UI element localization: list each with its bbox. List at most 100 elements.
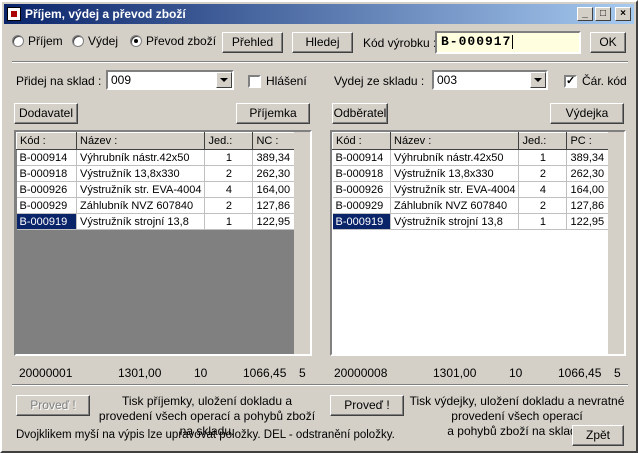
ok-button[interactable]: OK	[590, 32, 626, 53]
title-bar[interactable]: Příjem, výdej a převod zboží _ □ ×	[4, 4, 634, 24]
receipt-doc-button[interactable]: Příjemka	[236, 103, 310, 124]
receipt-items-grid[interactable]: Kód : Název : Jed.: NC : B-000914 Výhrubn…	[14, 130, 312, 356]
cell-name: Záhlubník NVZ 607840	[390, 197, 520, 214]
cell-code: B-000919	[16, 213, 77, 230]
vertical-scrollbar[interactable]	[608, 132, 624, 354]
customer-button[interactable]: Odběratel	[332, 103, 388, 124]
cell-name: Výhrubník nástr.42x50	[76, 149, 206, 166]
cell-unit: 4	[204, 181, 254, 198]
close-button[interactable]: ×	[615, 7, 631, 21]
cell-name: Výstružník strojní 13,8	[390, 213, 520, 230]
radio-label: Výdej	[88, 34, 119, 48]
table-row-selected[interactable]: B-000919 Výstružník strojní 13,8 1 122,95	[16, 213, 306, 230]
radio-prijem[interactable]: Příjem	[12, 34, 63, 48]
issue-doc-number: 20000008	[334, 366, 388, 380]
cell-code: B-000929	[332, 197, 391, 214]
supplier-button[interactable]: Dodavatel	[14, 103, 78, 124]
table-row[interactable]: B-000918 Výstružník 13,8x330 2 262,30	[332, 165, 618, 182]
code-label: Kód výrobku :	[363, 36, 437, 50]
cell-unit: 2	[518, 197, 568, 214]
back-button[interactable]: Zpět	[572, 425, 624, 446]
maximize-button[interactable]: □	[595, 7, 611, 21]
chevron-down-icon[interactable]	[216, 72, 232, 88]
col-header-name[interactable]: Název :	[75, 132, 206, 150]
separator	[12, 384, 628, 386]
cell-code: B-000926	[16, 181, 77, 198]
radio-label: Příjem	[28, 34, 63, 48]
table-row[interactable]: B-000914 Výhrubník nástr.42x50 1 389,34	[332, 149, 618, 166]
checkmark-icon: ✓	[564, 74, 577, 88]
checkbox-box	[248, 74, 261, 88]
cell-name: Výstružník str. EVA-4004	[76, 181, 206, 198]
cell-unit: 1	[518, 213, 568, 230]
product-code-value: B-000917	[441, 34, 512, 49]
add-warehouse-value: 009	[111, 73, 132, 87]
radio-dot	[72, 35, 84, 47]
issue-count: 5	[614, 366, 621, 380]
cell-code: B-000926	[332, 181, 391, 198]
cell-unit: 2	[204, 197, 254, 214]
cell-name: Výstružník str. EVA-4004	[390, 181, 520, 198]
issue-warehouse-select[interactable]: 003	[432, 70, 548, 90]
cell-code: B-000914	[332, 149, 391, 166]
issue-qty: 10	[509, 366, 523, 380]
table-row[interactable]: B-000918 Výstružník 13,8x330 2 262,30	[16, 165, 306, 182]
table-row[interactable]: B-000929 Záhlubník NVZ 607840 2 127,86	[332, 197, 618, 214]
text-caret	[512, 34, 514, 49]
receipt-count: 5	[299, 366, 306, 380]
edit-hint: Dvojklikem myší na výpis lze upravovat p…	[16, 429, 395, 441]
barcode-checkbox[interactable]: ✓ Čár. kód	[564, 74, 627, 88]
vertical-scrollbar[interactable]	[294, 132, 310, 354]
issue-sum: 1301,00	[433, 366, 477, 380]
window-title: Příjem, výdej a převod zboží	[25, 7, 186, 21]
separator	[12, 61, 628, 63]
cell-unit: 1	[518, 149, 568, 166]
issue-table: Kód : Název : Jed.: PC : B-000914 Výhrubn…	[332, 132, 618, 230]
issue-warehouse-value: 003	[437, 73, 458, 87]
overview-button[interactable]: Přehled	[222, 32, 283, 53]
col-header-unit[interactable]: Jed.:	[518, 132, 568, 150]
cell-unit: 2	[518, 165, 568, 182]
col-header-unit[interactable]: Jed.:	[204, 132, 254, 150]
cell-unit: 2	[204, 165, 254, 182]
barcode-label: Čár. kód	[582, 74, 627, 88]
col-header-code[interactable]: Kód :	[16, 132, 77, 150]
report-checkbox[interactable]: Hlášení	[248, 74, 307, 88]
receipt-qty: 10	[194, 366, 208, 380]
table-row[interactable]: B-000914 Výhrubník nástr.42x50 1 389,34	[16, 149, 306, 166]
cell-name: Záhlubník NVZ 607840	[76, 197, 206, 214]
minimize-button[interactable]: _	[577, 7, 593, 21]
col-header-name[interactable]: Název :	[389, 132, 520, 150]
report-label: Hlášení	[266, 74, 307, 88]
cell-code: B-000929	[16, 197, 77, 214]
cell-unit: 1	[204, 213, 254, 230]
add-warehouse-label: Přidej na sklad :	[16, 74, 102, 88]
chevron-down-icon[interactable]	[530, 72, 546, 88]
radio-label: Převod zboží	[146, 34, 217, 48]
search-button[interactable]: Hledej	[292, 32, 353, 53]
receipt-table: Kód : Název : Jed.: NC : B-000914 Výhrubn…	[16, 132, 306, 230]
cell-name: Výstružník 13,8x330	[390, 165, 520, 182]
table-row[interactable]: B-000926 Výstružník str. EVA-4004 4 164,00	[16, 181, 306, 198]
cell-name: Výstružník 13,8x330	[76, 165, 206, 182]
cell-code: B-000919	[332, 213, 391, 230]
table-row[interactable]: B-000926 Výstružník str. EVA-4004 4 164,00	[332, 181, 618, 198]
add-warehouse-select[interactable]: 009	[106, 70, 234, 90]
table-row[interactable]: B-000929 Záhlubník NVZ 607840 2 127,86	[16, 197, 306, 214]
issue-items-grid[interactable]: Kód : Název : Jed.: PC : B-000914 Výhrubn…	[330, 130, 626, 356]
issue-execute-button[interactable]: Proveď !	[330, 395, 404, 416]
cell-code: B-000914	[16, 149, 77, 166]
radio-prevod[interactable]: Převod zboží	[130, 34, 216, 48]
cell-unit: 4	[518, 181, 568, 198]
receipt-sum: 1301,00	[118, 366, 162, 380]
radio-vydej[interactable]: Výdej	[72, 34, 118, 48]
col-header-code[interactable]: Kód :	[332, 132, 391, 150]
issue-doc-button[interactable]: Výdejka	[550, 103, 624, 124]
cell-name: Výhrubník nástr.42x50	[390, 149, 520, 166]
table-row-selected[interactable]: B-000919 Výstružník strojní 13,8 1 122,95	[332, 213, 618, 230]
cell-code: B-000918	[16, 165, 77, 182]
product-code-input[interactable]: B-000917	[435, 31, 581, 54]
receipt-doc-number: 20000001	[19, 366, 73, 380]
receipt-total: 1066,45	[243, 366, 287, 380]
receipt-execute-button[interactable]: Proveď !	[16, 395, 90, 416]
